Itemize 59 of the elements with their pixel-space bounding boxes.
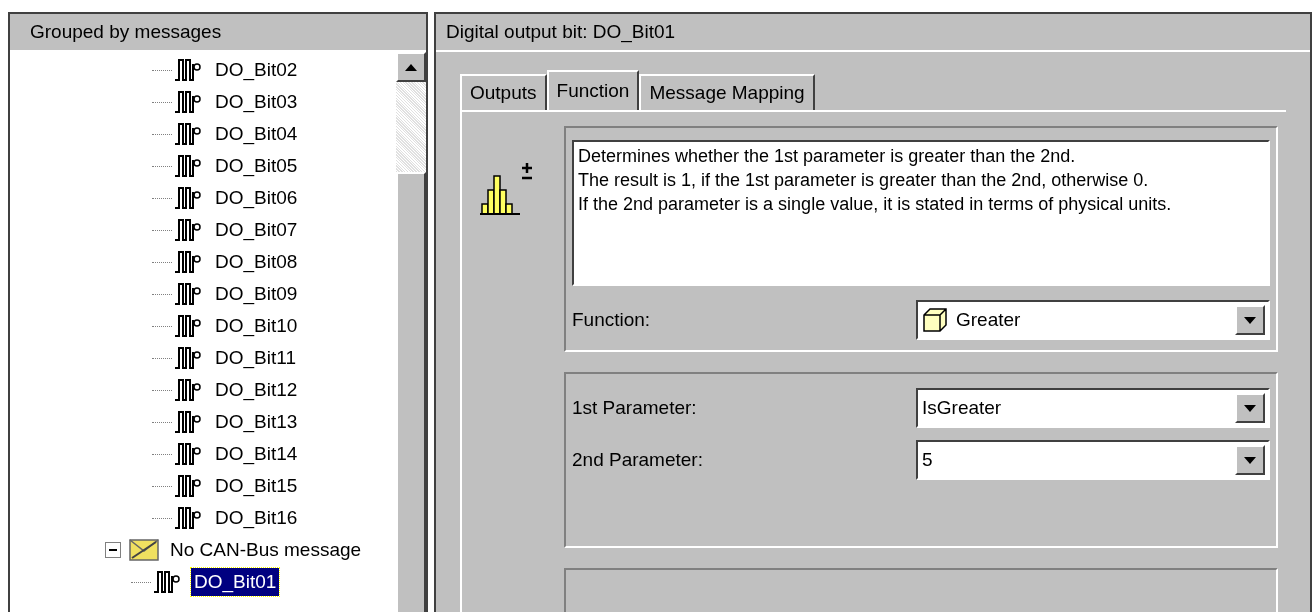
dropdown[interactable]: 5 [916,440,1270,480]
pulse-signal-icon [174,218,204,242]
dropdown-value: Greater [956,307,1022,332]
tree-item[interactable]: DO_Bit14 [212,439,301,469]
panel-title: Digital output bit: DO_Bit01 [436,14,1310,52]
scroll-up-button[interactable] [396,52,426,82]
field-label: Function: [572,307,651,332]
caret-up-icon [405,63,417,71]
field-label: 1st Parameter: [572,395,697,420]
tree-item[interactable]: DO_Bit11 [212,343,299,373]
dropdown-arrow-button[interactable] [1235,393,1265,423]
tree-item[interactable]: DO_Bit05 [212,151,301,181]
dropdown-arrow-button[interactable] [1235,445,1265,475]
dropdown[interactable]: IsGreater [916,388,1270,428]
field-label: 2nd Parameter: [572,447,703,472]
tree-item[interactable]: DO_Bit13 [212,407,301,437]
pulse-signal-icon [174,474,204,498]
caret-down-icon [1244,316,1256,324]
tree-item[interactable]: DO_Bit02 [212,55,301,85]
tree-item[interactable]: DO_Bit03 [212,87,301,117]
dropdown-value: IsGreater [922,395,1003,420]
tree-item[interactable]: DO_Bit10 [212,311,301,341]
pulse-signal-icon [174,282,204,306]
tab[interactable]: Function [546,70,640,110]
pulse-signal-icon [174,122,204,146]
pulse-signal-icon [174,58,204,82]
tree-item[interactable]: DO_Bit15 [212,471,301,501]
pulse-signal-icon [174,442,204,466]
scroll-thumb[interactable] [396,172,426,612]
pulse-signal-icon [174,154,204,178]
crossed-envelope-icon [129,539,159,561]
collapse-toggle[interactable] [105,542,121,558]
pulse-signal-icon [174,378,204,402]
cube-icon [922,307,948,333]
dropdown-value: 5 [922,447,934,472]
tree-item[interactable]: DO_Bit01 [191,567,280,597]
pulse-signal-icon [174,90,204,114]
tree-item[interactable]: No CAN-Bus message [167,535,365,565]
tab[interactable]: Message Mapping [639,74,815,110]
tree-item[interactable]: DO_Bit16 [212,503,301,533]
tree-item[interactable]: DO_Bit09 [212,279,301,309]
tree-item[interactable]: DO_Bit08 [212,247,301,277]
pulse-signal-icon [174,506,204,530]
tree-item[interactable]: DO_Bit12 [212,375,301,405]
pulse-signal-icon [174,410,204,434]
description-box: Determines whether the 1st parameter is greater than the 2nd. The result is 1, if the 1st parameter is greater than the 2nd, otherwise 0. If the 2nd parameter is a single value, it is stated in terms of physical units. [572,140,1270,286]
dropdown-arrow-button[interactable] [1235,305,1265,335]
tree-item[interactable]: DO_Bit06 [212,183,301,213]
pulse-signal-icon [174,250,204,274]
dropdown[interactable]: Greater [916,300,1270,340]
caret-down-icon [1244,404,1256,412]
pulse-signal-icon [174,346,204,370]
pulse-signal-icon [174,314,204,338]
pulse-signal-icon [153,570,183,594]
tree-item[interactable]: DO_Bit04 [212,119,301,149]
pulse-signal-icon [174,186,204,210]
caret-down-icon [1244,456,1256,464]
tree-item[interactable]: DO_Bit07 [212,215,301,245]
scrollbar[interactable] [396,52,426,612]
